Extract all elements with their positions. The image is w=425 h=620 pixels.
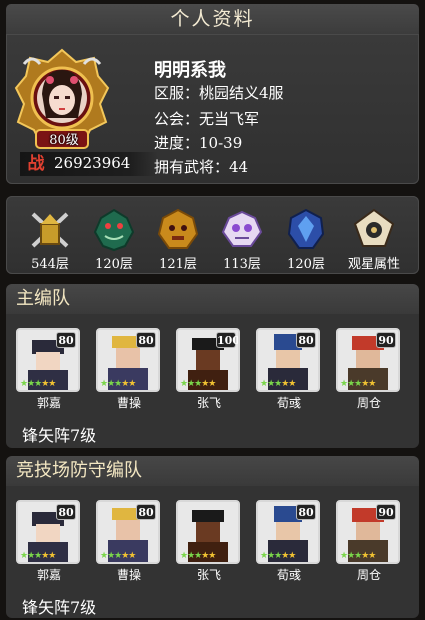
tower-5[interactable]: 120层 — [278, 202, 334, 272]
hero-level: 100 — [216, 332, 240, 348]
tower-4-label: 113层 — [223, 257, 261, 272]
guild-line: 公会：无当飞军 — [154, 108, 259, 129]
arena-formation: 锋矢阵7级 — [22, 598, 97, 617]
tower-2-label: 120层 — [95, 257, 133, 272]
guild-label: 公会： — [154, 110, 200, 128]
player-avatar[interactable]: 80级 — [14, 48, 110, 154]
hero-name: 郭嘉 — [36, 396, 61, 410]
hero-level: 90 — [376, 504, 396, 520]
hero-name: 张飞 — [196, 396, 221, 410]
hero-name: 张飞 — [196, 568, 221, 582]
hero-level: 80 — [136, 504, 156, 520]
player-level: 80级 — [49, 133, 79, 148]
hero-name: 曹操 — [116, 568, 141, 582]
tower-1-label: 544层 — [31, 257, 69, 272]
hero-level: 80 — [56, 504, 76, 520]
hero-portrait: 80 ★★★★★ — [256, 328, 320, 392]
server-value: 桃园结义4服 — [199, 84, 284, 102]
tower-1[interactable]: 544层 — [22, 202, 78, 272]
combat-power: 战 26923964 — [20, 152, 158, 176]
hero-name: 曹操 — [116, 396, 141, 410]
hero-level: 80 — [296, 504, 316, 520]
hero-stars: ★★★★★ — [180, 551, 216, 561]
player-name: 明明系我 — [154, 60, 226, 81]
combat-power-icon: 战 — [27, 154, 45, 174]
hero-name: 周仓 — [356, 568, 381, 582]
hero-stars: ★★★★★ — [20, 551, 56, 561]
arena-team-title: 竞技场防守编队 — [6, 456, 419, 486]
page-title: 个人资料 — [6, 4, 419, 34]
crossed-swords-tower-icon — [27, 206, 73, 252]
server-line: 区服：桃园结义4服 — [154, 82, 284, 103]
hero-stars: ★★★★★ — [340, 551, 376, 561]
blue-armor-tower-icon — [283, 206, 329, 252]
tower-4[interactable]: 113层 — [214, 202, 270, 272]
combat-power-value: 26923964 — [54, 154, 131, 172]
hero-name: 郭嘉 — [36, 568, 61, 582]
profile-panel: 80级 明明系我 区服：桃园结义4服 公会：无当飞军 进度：10-39 拥有武将… — [6, 34, 419, 184]
hero-portrait: 80 ★★★★★ — [256, 500, 320, 564]
progress-value: 10-39 — [199, 134, 243, 152]
hero-portrait: 80 ★★★★★ — [16, 328, 80, 392]
star-scroll-icon — [351, 206, 397, 252]
tower-3[interactable]: 121层 — [150, 202, 206, 272]
arena-hero-1[interactable]: 80 ★★★★★ 郭嘉 — [16, 500, 82, 583]
hero-portrait: 90 ★★★★★ — [336, 500, 400, 564]
guild-value: 无当飞军 — [199, 110, 260, 128]
hero-stars: ★★★★★ — [340, 379, 376, 389]
hero-portrait: ★★★★★ — [176, 500, 240, 564]
hero-portrait: 80 ★★★★★ — [16, 500, 80, 564]
purple-demon-tower-icon — [219, 206, 265, 252]
arena-hero-3[interactable]: ★★★★★ 张飞 — [176, 500, 242, 583]
hero-portrait: 90 ★★★★★ — [336, 328, 400, 392]
arena-team-panel: 80 ★★★★★ 郭嘉 80 ★★★★★ 曹操 ★★★★★ 张飞 80 ★★★★… — [6, 486, 419, 618]
main-team-panel: 80 ★★★★★ 郭嘉 80 ★★★★★ 曹操 100 ★★★★★ 张飞 80 … — [6, 314, 419, 448]
hero-level: 80 — [296, 332, 316, 348]
hero-level: 90 — [376, 332, 396, 348]
tower-5-label: 120层 — [287, 257, 325, 272]
hero-stars: ★★★★★ — [100, 379, 136, 389]
hero-portrait: 100 ★★★★★ — [176, 328, 240, 392]
jade-dragon-tower-icon — [91, 206, 137, 252]
hero-portrait: 80 ★★★★★ — [96, 500, 160, 564]
hero-stars: ★★★★★ — [180, 379, 216, 389]
arena-hero-5[interactable]: 90 ★★★★★ 周仓 — [336, 500, 402, 583]
hero-stars: ★★★★★ — [100, 551, 136, 561]
hero-portrait: 80 ★★★★★ — [96, 328, 160, 392]
tower-2[interactable]: 120层 — [86, 202, 142, 272]
golden-beast-tower-icon — [155, 206, 201, 252]
server-label: 区服： — [154, 84, 200, 102]
star-attribute-label: 观星属性 — [347, 257, 400, 272]
star-attribute-button[interactable]: 观星属性 — [346, 202, 402, 272]
progress-label: 进度： — [154, 134, 200, 152]
tower-records-panel: 544层 120层 121层 113层 120层 观星属性 — [6, 196, 419, 274]
generals-label: 拥有武将： — [154, 158, 230, 176]
progress-line: 进度：10-39 — [154, 132, 242, 153]
arena-hero-2[interactable]: 80 ★★★★★ 曹操 — [96, 500, 162, 583]
main-hero-3[interactable]: 100 ★★★★★ 张飞 — [176, 328, 242, 411]
main-formation: 锋矢阵7级 — [22, 426, 97, 445]
main-team-title: 主编队 — [6, 284, 419, 314]
arena-hero-4[interactable]: 80 ★★★★★ 荀彧 — [256, 500, 322, 583]
tower-3-label: 121层 — [159, 257, 197, 272]
hero-level: 80 — [136, 332, 156, 348]
hero-stars: ★★★★★ — [260, 379, 296, 389]
hero-level: 80 — [56, 332, 76, 348]
hero-name: 荀彧 — [276, 396, 301, 410]
main-hero-2[interactable]: 80 ★★★★★ 曹操 — [96, 328, 162, 411]
generals-line: 拥有武将：44 — [154, 156, 248, 177]
generals-value: 44 — [229, 158, 249, 176]
hero-name: 荀彧 — [276, 568, 301, 582]
hero-name: 周仓 — [356, 396, 381, 410]
hero-stars: ★★★★★ — [260, 551, 296, 561]
hero-stars: ★★★★★ — [20, 379, 56, 389]
main-hero-1[interactable]: 80 ★★★★★ 郭嘉 — [16, 328, 82, 411]
main-hero-4[interactable]: 80 ★★★★★ 荀彧 — [256, 328, 322, 411]
main-hero-5[interactable]: 90 ★★★★★ 周仓 — [336, 328, 402, 411]
